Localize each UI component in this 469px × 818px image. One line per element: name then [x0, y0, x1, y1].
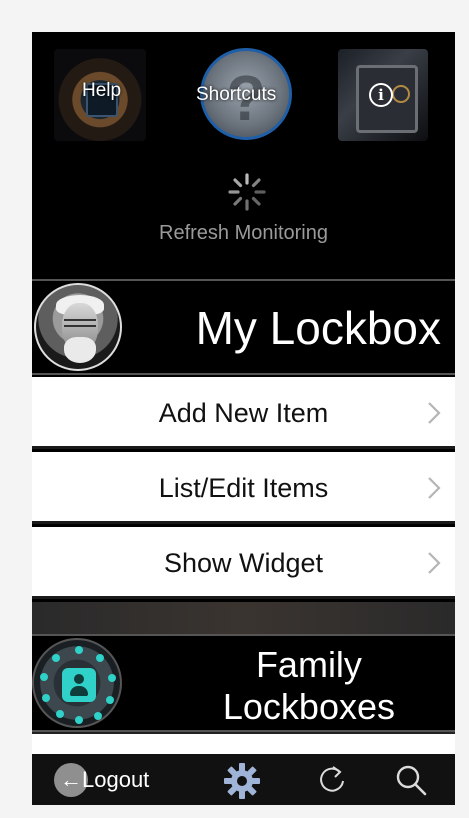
help-label: Help	[82, 80, 122, 101]
refresh-monitoring-label[interactable]: Refresh Monitoring	[32, 222, 455, 245]
person-icon	[62, 668, 96, 702]
search-icon[interactable]	[394, 763, 428, 797]
family-lockboxes-title: Family Lockboxes	[223, 644, 395, 728]
add-new-item-row[interactable]: Add New Item	[32, 377, 455, 449]
background-strip	[32, 602, 455, 634]
logout-label: Logout	[82, 767, 150, 792]
app-screen: Help ? Shortcuts i Refresh Monitoring My…	[32, 32, 455, 805]
info-icon: i	[369, 83, 393, 107]
family-title-line2: Lockboxes	[222, 686, 395, 727]
show-widget-label: Show Widget	[163, 548, 324, 578]
add-new-item-label: Add New Item	[158, 398, 329, 428]
family-avatar	[32, 638, 122, 728]
my-lockbox-title: My Lockbox	[195, 302, 441, 354]
reload-icon[interactable]	[316, 763, 348, 795]
logout-button[interactable]: ← Logout	[54, 762, 149, 798]
show-widget-row[interactable]: Show Widget	[32, 527, 455, 599]
family-title-line1: Family	[255, 644, 362, 685]
screenshot-frame: Help ? Shortcuts i Refresh Monitoring My…	[0, 0, 469, 818]
spinner-icon	[228, 173, 266, 211]
header: Help ? Shortcuts i Refresh Monitoring	[32, 32, 455, 277]
chevron-right-icon	[428, 402, 441, 424]
family-lockboxes-header[interactable]: Family Lockboxes	[32, 634, 455, 732]
list-continuation	[32, 732, 455, 754]
list-edit-items-row[interactable]: List/Edit Items	[32, 452, 455, 524]
chevron-right-icon	[428, 477, 441, 499]
my-lockbox-header[interactable]: My Lockbox	[32, 279, 455, 375]
gear-icon[interactable]	[222, 761, 262, 801]
list-edit-items-label: List/Edit Items	[158, 473, 329, 503]
user-avatar	[34, 283, 122, 371]
bottom-toolbar: ← Logout	[32, 754, 455, 805]
shortcuts-label: Shortcuts	[196, 84, 277, 105]
chevron-right-icon	[428, 552, 441, 574]
